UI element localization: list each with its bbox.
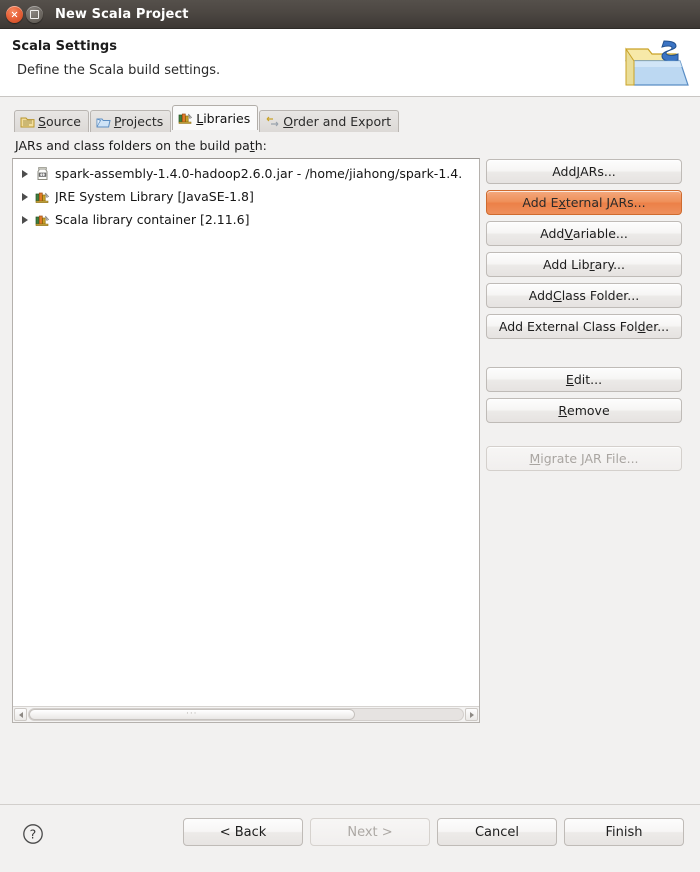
scroll-left-arrow-icon[interactable] xyxy=(14,708,27,721)
scrollbar-track[interactable]: ··· xyxy=(28,708,464,721)
help-question-icon[interactable]: ? xyxy=(22,823,44,845)
tab-libraries[interactable]: Libraries xyxy=(172,105,259,130)
add-class-folder-button[interactable]: Add Class Folder... xyxy=(486,283,682,308)
build-path-tree[interactable]: 010 spark-assembly-1.4.0-hadoop2.6.0.jar… xyxy=(13,159,479,706)
wizard-nav-buttons: < Back Next > Cancel Finish xyxy=(183,818,684,846)
window-title: New Scala Project xyxy=(55,6,189,22)
tabbar: Source Projects Libraries Order and Expo… xyxy=(14,105,688,132)
source-folder-icon xyxy=(20,115,35,129)
build-path-label: JARs and class folders on the build path… xyxy=(15,138,267,153)
migrate-jar-file-button: Migrate JAR File... xyxy=(486,446,682,471)
order-export-arrows-icon xyxy=(265,115,280,129)
button-group-separator xyxy=(486,429,682,440)
projects-folder-icon xyxy=(96,115,111,129)
libraries-button-column: Add J ARs... Add Ex ternal JARs... Add Var… xyxy=(486,158,682,471)
add-external-class-folder-button[interactable]: Add External Class Fol d er... xyxy=(486,314,682,339)
maximize-icon[interactable] xyxy=(26,5,43,23)
wizard-footer: ? < Back Next > Cancel Finish xyxy=(0,804,700,871)
chevron-right-icon[interactable] xyxy=(19,168,30,179)
scrollbar-grip: ··· xyxy=(185,709,198,719)
window-titlebar: New Scala Project xyxy=(0,0,700,29)
tab-order-and-export[interactable]: Order and Export xyxy=(259,110,400,132)
libraries-split: 010 spark-assembly-1.4.0-hadoop2.6.0.jar… xyxy=(12,158,688,723)
tab-order-export-label: Order and Export xyxy=(283,114,392,129)
libraries-books-icon xyxy=(178,111,193,125)
settings-body: Source Projects Libraries Order and Expo… xyxy=(0,97,700,804)
add-library-button[interactable]: Add Lib r ary... xyxy=(486,252,682,277)
svg-text:010: 010 xyxy=(39,172,47,176)
chevron-right-icon[interactable] xyxy=(19,191,30,202)
tree-item-label: Scala library container [2.11.6] xyxy=(55,212,250,227)
add-jars-button[interactable]: Add J ARs... xyxy=(486,159,682,184)
library-icon xyxy=(34,189,51,205)
finish-button[interactable]: Finish xyxy=(564,818,684,846)
tree-item-label: JRE System Library [JavaSE-1.8] xyxy=(55,189,254,204)
tree-item-label: spark-assembly-1.4.0-hadoop2.6.0.jar - /… xyxy=(55,166,463,181)
chevron-right-icon[interactable] xyxy=(19,214,30,225)
back-button[interactable]: < Back xyxy=(183,818,303,846)
page-subtitle: Define the Scala build settings. xyxy=(17,63,221,78)
scala-project-folder-icon xyxy=(618,35,692,95)
scroll-right-arrow-icon[interactable] xyxy=(465,708,478,721)
edit-button[interactable]: Edit... xyxy=(486,367,682,392)
tab-source-label: Source xyxy=(38,114,81,129)
jar-icon: 010 xyxy=(34,166,51,182)
tree-item-spark-jar[interactable]: 010 spark-assembly-1.4.0-hadoop2.6.0.jar… xyxy=(13,162,479,185)
tab-projects-label: Projects xyxy=(113,114,164,129)
tree-item-jre-system-library[interactable]: JRE System Library [JavaSE-1.8] xyxy=(13,185,479,208)
add-external-jars-button[interactable]: Add Ex ternal JARs... xyxy=(486,190,682,215)
cancel-button[interactable]: Cancel xyxy=(437,818,557,846)
wizard-header: Scala Settings Define the Scala build se… xyxy=(0,29,700,97)
button-group-separator xyxy=(486,345,682,361)
tab-projects[interactable]: Projects xyxy=(89,110,172,132)
remove-button[interactable]: Remove xyxy=(486,398,682,423)
horizontal-scrollbar[interactable]: ··· xyxy=(13,706,479,722)
add-variable-button[interactable]: Add Variable... xyxy=(486,221,682,246)
build-path-tree-panel: 010 spark-assembly-1.4.0-hadoop2.6.0.jar… xyxy=(12,158,480,723)
tab-libraries-label: Libraries xyxy=(196,110,251,126)
next-button: Next > xyxy=(310,818,430,846)
tab-source[interactable]: Source xyxy=(14,110,89,132)
tree-item-scala-library-container[interactable]: Scala library container [2.11.6] xyxy=(13,208,479,231)
library-icon xyxy=(34,212,51,228)
close-icon[interactable] xyxy=(6,5,23,23)
page-title: Scala Settings xyxy=(12,39,117,54)
svg-text:?: ? xyxy=(30,827,37,842)
scrollbar-thumb[interactable]: ··· xyxy=(29,709,355,720)
